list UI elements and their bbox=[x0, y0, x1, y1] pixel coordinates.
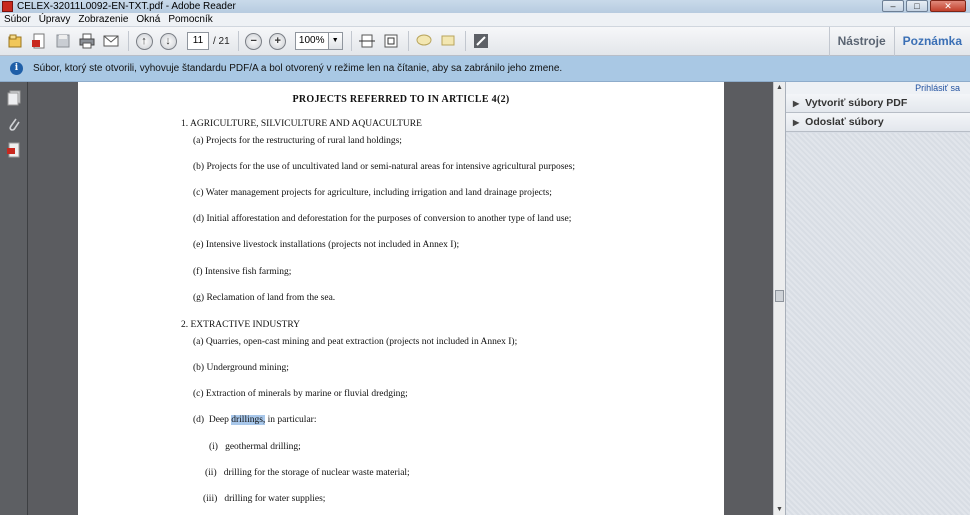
title-bar: CELEX-32011L0092-EN-TXT.pdf - Adobe Read… bbox=[0, 0, 970, 13]
fit-page-icon[interactable] bbox=[382, 32, 400, 50]
section-label: Vytvoriť súbory PDF bbox=[805, 97, 908, 109]
list-item: (d) Initial afforestation and deforestat… bbox=[193, 214, 572, 224]
vertical-scrollbar[interactable]: ▲ ▼ bbox=[773, 82, 785, 515]
comment-icon[interactable] bbox=[415, 32, 433, 50]
scroll-down-icon[interactable]: ▼ bbox=[774, 504, 785, 515]
scrollbar-thumb[interactable] bbox=[775, 290, 784, 302]
pdf-page: PROJECTS REFERRED TO IN ARTICLE 4(2) 1. … bbox=[78, 82, 724, 515]
menu-edit[interactable]: Úpravy bbox=[35, 14, 75, 25]
fit-width-icon[interactable] bbox=[358, 32, 376, 50]
section-heading-extractive: 2. EXTRACTIVE INDUSTRY bbox=[181, 320, 301, 330]
next-page-icon[interactable]: ↓ bbox=[159, 32, 177, 50]
create-pdf-icon[interactable] bbox=[30, 32, 48, 50]
list-item: (a) Quarries, open-cast mining and peat … bbox=[193, 337, 518, 347]
signatures-icon[interactable] bbox=[4, 140, 24, 160]
selected-text-highlight[interactable]: drillings, bbox=[231, 415, 266, 425]
comment-button[interactable]: Poznámka bbox=[893, 27, 970, 56]
window-title: CELEX-32011L0092-EN-TXT.pdf - Adobe Read… bbox=[17, 1, 236, 12]
print-icon[interactable] bbox=[78, 32, 96, 50]
scroll-up-icon[interactable]: ▲ bbox=[774, 82, 785, 93]
deep-drillings-prefix: (d) Deep bbox=[193, 415, 232, 425]
menu-help[interactable]: Pomocník bbox=[164, 14, 216, 25]
panel-empty-area bbox=[786, 133, 970, 515]
toolbar-divider bbox=[350, 31, 352, 51]
deep-drillings-suffix: in particular: bbox=[265, 415, 317, 425]
attachments-icon[interactable] bbox=[4, 114, 24, 134]
highlight-icon[interactable] bbox=[439, 32, 457, 50]
list-item: (g) Reclamation of land from the sea. bbox=[193, 293, 336, 303]
open-file-icon[interactable] bbox=[6, 32, 24, 50]
expand-arrow-icon: ▶ bbox=[793, 117, 800, 127]
toolbar-divider bbox=[128, 31, 129, 51]
menu-window[interactable]: Okná bbox=[132, 14, 164, 25]
list-item: (f) Intensive fish farming; bbox=[193, 267, 292, 277]
list-item: (b) Underground mining; bbox=[193, 363, 289, 373]
list-item: (c) Extraction of minerals by marine or … bbox=[193, 389, 408, 399]
pdfa-info-bar: i Súbor, ktorý ste otvorili, vyhovuje št… bbox=[0, 56, 970, 82]
document-title: PROJECTS REFERRED TO IN ARTICLE 4(2) bbox=[292, 94, 510, 105]
close-button[interactable]: ✕ bbox=[930, 0, 966, 12]
tasks-pane: Prihlásiť sa ▶ Vytvoriť súbory PDF ▶ Odo… bbox=[785, 82, 970, 515]
list-item: (e) Intensive livestock installations (p… bbox=[193, 240, 460, 250]
adobe-reader-icon bbox=[2, 1, 13, 12]
toolbar: ↑ ↓ 11 / 21 − + 100% ▼ Nástroje Poznámka bbox=[0, 27, 970, 56]
sign-in-link[interactable]: Prihlásiť sa bbox=[786, 82, 970, 94]
previous-page-icon[interactable]: ↑ bbox=[135, 32, 153, 50]
zoom-level-input[interactable]: 100% bbox=[294, 32, 329, 50]
minimize-button[interactable]: – bbox=[882, 0, 904, 12]
toolbar-divider bbox=[237, 31, 239, 51]
send-files-section[interactable]: ▶ Odoslať súbory bbox=[786, 113, 970, 132]
section-heading-agriculture: 1. AGRICULTURE, SILVICULTURE AND AQUACUL… bbox=[181, 119, 422, 129]
toolbar-divider bbox=[464, 31, 466, 51]
sub-list-item: (i) geothermal drilling; bbox=[209, 442, 301, 452]
navigation-pane bbox=[0, 82, 28, 515]
zoom-in-icon[interactable]: + bbox=[269, 32, 287, 50]
list-item-deep-drillings: (d) Deep drillings, in particular: bbox=[193, 415, 316, 425]
page-number-input[interactable]: 11 bbox=[187, 32, 209, 50]
email-icon[interactable] bbox=[102, 32, 120, 50]
create-pdf-section[interactable]: ▶ Vytvoriť súbory PDF bbox=[786, 94, 970, 113]
page-total: / 21 bbox=[213, 35, 230, 47]
maximize-button[interactable]: □ bbox=[906, 0, 928, 12]
menu-file[interactable]: Súbor bbox=[0, 14, 35, 25]
list-item: (c) Water management projects for agricu… bbox=[193, 188, 552, 198]
zoom-out-icon[interactable]: − bbox=[245, 32, 263, 50]
sub-list-item: (ii) drilling for the storage of nuclear… bbox=[205, 468, 410, 478]
info-icon: i bbox=[10, 62, 23, 75]
zoom-dropdown-icon[interactable]: ▼ bbox=[328, 32, 343, 50]
menu-bar: Súbor Úpravy Zobrazenie Okná Pomocník bbox=[0, 13, 970, 27]
expand-arrow-icon: ▶ bbox=[793, 98, 800, 108]
save-icon[interactable] bbox=[54, 32, 72, 50]
info-message: Súbor, ktorý ste otvorili, vyhovuje štan… bbox=[33, 63, 563, 74]
list-item: (a) Projects for the restructuring of ru… bbox=[193, 136, 402, 146]
document-view[interactable]: PROJECTS REFERRED TO IN ARTICLE 4(2) 1. … bbox=[28, 82, 773, 515]
sub-list-item: (iii) drilling for water supplies; bbox=[203, 494, 326, 504]
toolbar-divider bbox=[407, 31, 409, 51]
menu-view[interactable]: Zobrazenie bbox=[74, 14, 132, 25]
tools-button[interactable]: Nástroje bbox=[828, 27, 894, 56]
page-thumbnails-icon[interactable] bbox=[4, 88, 24, 108]
expand-icon[interactable] bbox=[472, 32, 490, 50]
section-label: Odoslať súbory bbox=[805, 116, 884, 128]
list-item: (b) Projects for the use of uncultivated… bbox=[193, 162, 575, 172]
